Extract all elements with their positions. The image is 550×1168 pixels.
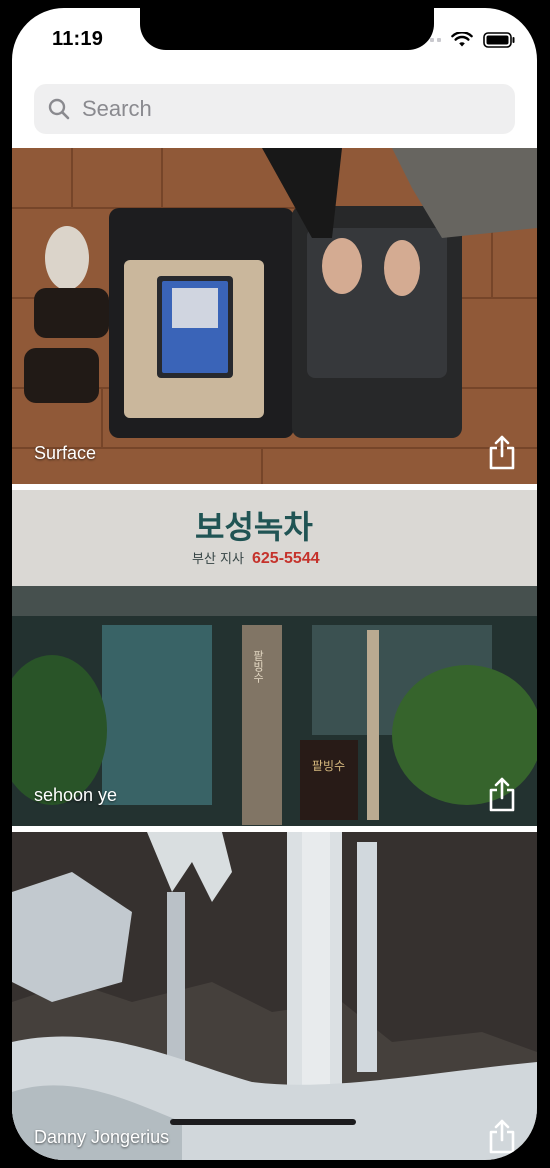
photo-author-label: Danny Jongerius: [34, 1127, 170, 1147]
photo-frozen-waterfall: [12, 832, 537, 1160]
photo-korean-storefront: 보성녹차 부산 지사 625-5544 팥빙수 팥빙수: [12, 490, 537, 826]
wifi-icon: [451, 32, 473, 48]
photo-feed: Surface 보성녹차 부산 지사 625-5544: [12, 148, 537, 1160]
share-icon: [489, 1119, 515, 1154]
share-icon: [489, 435, 515, 470]
share-button[interactable]: [487, 434, 517, 470]
photo-author-label: sehoon ye: [34, 785, 118, 805]
device-notch: [140, 8, 434, 50]
battery-icon: [483, 32, 515, 48]
search-icon: [46, 96, 72, 122]
status-time: 11:19: [52, 28, 104, 50]
app-screen: 11:19 Search Surface sehoon ye Danny Jon…: [12, 8, 537, 1160]
photo-author-label: Surface: [34, 443, 97, 463]
share-button[interactable]: [487, 776, 517, 812]
photo-card[interactable]: Danny Jongerius: [12, 832, 537, 1160]
search-input[interactable]: [80, 95, 484, 123]
home-indicator[interactable]: [170, 1119, 356, 1125]
photo-card[interactable]: Surface: [12, 148, 537, 484]
search-bar[interactable]: [34, 84, 515, 134]
photo-card[interactable]: 보성녹차 부산 지사 625-5544 팥빙수 팥빙수 sehoon ye: [12, 490, 537, 826]
photo-suitcase-packing: [12, 148, 537, 484]
share-button[interactable]: [487, 1118, 517, 1154]
share-icon: [489, 777, 515, 812]
